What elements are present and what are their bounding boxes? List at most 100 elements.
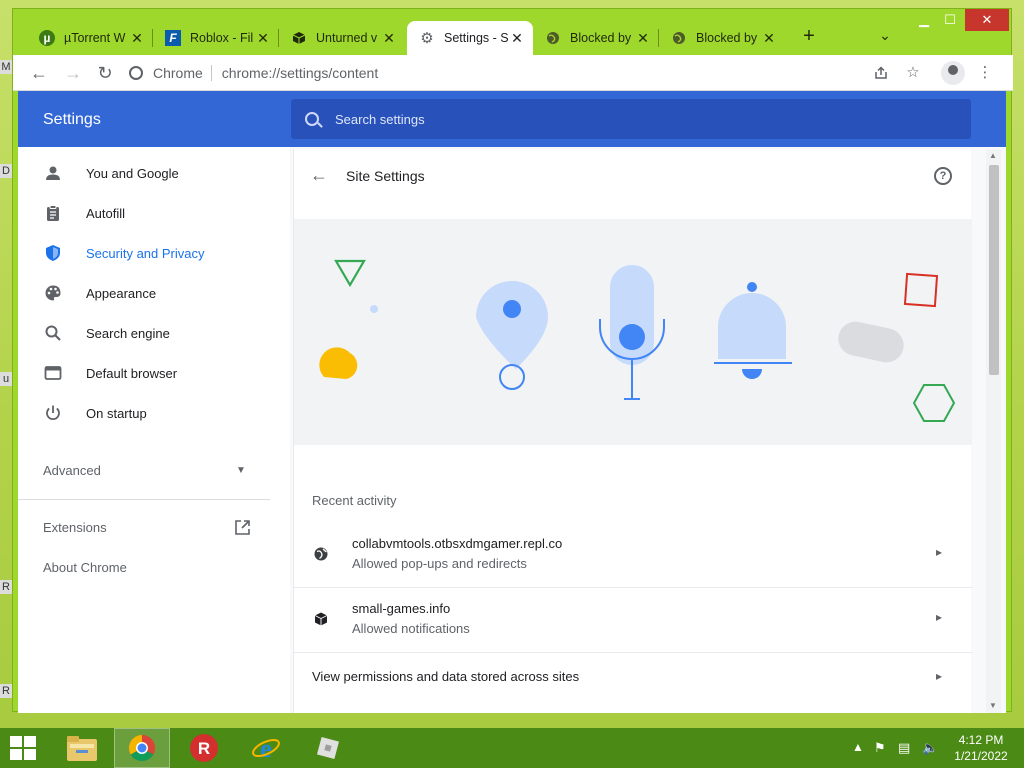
sidebar-item-default-browser[interactable]: Default browser [18,353,290,393]
desktop-icon-edge[interactable]: D [0,164,12,178]
close-icon[interactable]: ✕ [255,30,271,46]
omnibox-url[interactable]: chrome://settings/content [222,65,378,81]
sidebar-item-label: Autofill [86,205,126,221]
desktop-icon-edge[interactable]: R [0,580,12,594]
tab-search-button[interactable]: ⌄ [875,27,895,47]
sidebar-item-label: Security and Privacy [86,245,205,261]
desktop-icon-edge[interactable]: u [0,372,12,386]
recent-site-detail: Allowed notifications [352,621,470,636]
desktop-icon-edge[interactable]: M [0,60,12,74]
recent-activity-heading: Recent activity [312,493,397,508]
taskbar-roblox-studio[interactable] [300,728,356,768]
half-circle-shape [319,347,358,379]
menu-button[interactable]: ⋮ [973,61,997,85]
recent-activity-row[interactable]: collabvmtools.otbsxdmgamer.repl.co Allow… [294,523,972,587]
close-icon[interactable]: ✕ [509,30,525,46]
roblox-f-icon: F [165,30,181,46]
extensions-label: Extensions [43,519,107,535]
search-icon [305,112,319,126]
view-permissions-row[interactable]: View permissions and data stored across … [294,653,972,703]
show-hidden-icons-button[interactable]: ▲ [852,740,864,754]
action-center-flag-icon[interactable]: ⚑ [874,740,886,756]
search-icon [45,325,61,341]
globe-icon [545,30,561,46]
bell-icon [747,282,757,292]
sidebar-item-about-chrome[interactable]: About Chrome [18,547,290,587]
sidebar-item-label: You and Google [86,165,179,181]
search-settings-box[interactable] [291,99,971,139]
tab-blocked-1[interactable]: Blocked by ✕ [533,21,659,55]
sidebar-item-label: Default browser [86,365,178,381]
svg-text:R: R [198,739,210,758]
triangle-shape [334,259,366,288]
sidebar-item-you-and-google[interactable]: You and Google [18,153,290,193]
maximize-icon: ☐ [944,12,956,27]
tab-settings[interactable]: ⚙ Settings - S ✕ [407,21,533,55]
sidebar-advanced-toggle[interactable]: Advanced ▼ [18,450,290,490]
back-arrow-icon[interactable]: ← [310,165,328,186]
recent-site-name: small-games.info [352,601,451,616]
reload-button[interactable]: ↻ [93,61,117,85]
scroll-up-icon[interactable]: ▲ [989,151,997,160]
new-tab-button[interactable]: + [797,25,821,49]
site-settings-title: Site Settings [346,168,425,184]
close-icon[interactable]: ✕ [635,30,651,46]
clock-time: 4:12 PM [958,733,1004,747]
clipboard-icon [47,205,59,221]
recent-activity-row[interactable]: small-games.info Allowed notifications ▸ [294,588,972,652]
help-icon[interactable]: ? [934,167,952,185]
star-icon: ☆ [906,64,920,81]
clock-date: 1/21/2022 [954,749,1008,763]
site-settings-illustration [294,219,972,445]
desktop-icon-edge[interactable]: R [0,684,12,698]
sidebar-item-on-startup[interactable]: On startup [18,393,290,433]
tab-unturned[interactable]: Unturned v ✕ [279,21,405,55]
card-header: ← Site Settings ? [294,149,972,201]
forward-button[interactable]: → [61,61,85,85]
arrow-right-icon: → [64,63,82,83]
taskbar-file-explorer[interactable] [54,728,110,768]
taskbar-clock[interactable]: 4:12 PM 1/21/2022 [946,732,1016,764]
tab-title: Blocked by [570,31,632,45]
close-window-button[interactable]: ✕ [965,9,1009,31]
close-icon[interactable]: ✕ [761,30,777,46]
sidebar-item-autofill[interactable]: Autofill [18,193,290,233]
scroll-down-icon[interactable]: ▼ [989,701,997,710]
sidebar-item-extensions[interactable]: Extensions [18,507,290,547]
sidebar-item-search-engine[interactable]: Search engine [18,313,290,353]
tab-roblox[interactable]: F Roblox - Fil ✕ [153,21,279,55]
back-button[interactable]: ← [27,61,51,85]
network-icon[interactable]: ▤ [898,740,910,756]
minimize-icon: ▁ [919,12,929,27]
omnibox-brand: Chrome [153,65,212,81]
roblox-icon: R [190,734,218,762]
settings-title: Settings [43,111,101,128]
taskbar-roblox[interactable]: R [176,728,232,768]
scrollbar-thumb[interactable] [989,165,999,375]
address-bar[interactable]: Chrome chrome://settings/content [129,59,859,87]
share-icon [875,66,887,79]
maximize-button[interactable]: ☐ [935,9,965,31]
internet-explorer-icon: e [252,734,280,763]
arrow-left-icon: ← [30,63,48,83]
close-icon[interactable]: ✕ [129,30,145,46]
page-scrollbar[interactable]: ▲ ▼ [986,149,1001,713]
tab-title: Roblox - Fil [190,31,254,45]
sidebar-item-appearance[interactable]: Appearance [18,273,290,313]
tab-title: Unturned v [316,31,378,45]
taskbar-chrome[interactable] [114,728,170,768]
bookmark-button[interactable]: ☆ [901,61,925,85]
sidebar-item-security-and-privacy[interactable]: Security and Privacy [18,233,290,273]
share-button[interactable] [869,61,893,85]
close-icon[interactable]: ✕ [381,30,397,46]
taskbar-internet-explorer[interactable]: e [238,728,294,768]
volume-muted-icon[interactable]: 🔈 [922,740,938,756]
palette-icon [45,285,61,301]
start-button[interactable] [10,736,36,760]
tab-blocked-2[interactable]: Blocked by ✕ [659,21,785,55]
caret-down-icon: ▼ [236,464,246,476]
recent-site-detail: Allowed pop-ups and redirects [352,556,527,571]
profile-avatar[interactable] [941,61,965,85]
search-settings-input[interactable] [335,111,935,127]
tab-utorrent[interactable]: µ µTorrent W ✕ [27,21,153,55]
